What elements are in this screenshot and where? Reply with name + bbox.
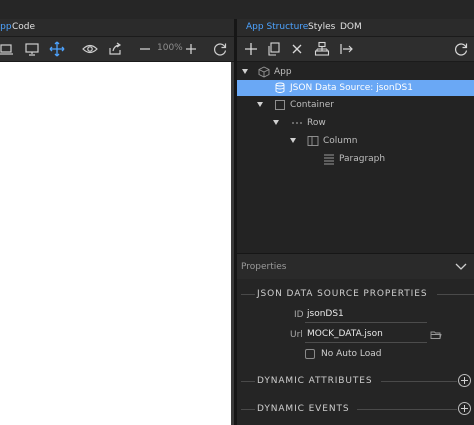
section-title-dynamic-events[interactable]: DYNAMIC EVENTS	[257, 404, 349, 414]
design-toolbar: 100%	[0, 37, 234, 62]
tree-label: App	[274, 67, 292, 77]
url-field-underline	[305, 342, 427, 343]
tree-node-paragraph[interactable]: Paragraph	[237, 151, 474, 167]
tree-label: Column	[323, 136, 358, 146]
share-icon[interactable]	[107, 41, 123, 57]
no-auto-load-checkbox[interactable]	[305, 349, 315, 359]
expand-arrow-icon[interactable]	[290, 138, 296, 143]
zoom-in-icon[interactable]	[183, 41, 199, 57]
url-field[interactable]: MOCK_DATA.json	[307, 329, 383, 339]
tabs-row: App Code App Structure Styles DOM	[0, 19, 474, 37]
tree-label: JSON Data Source: jsonDS1	[290, 83, 413, 93]
zoom-level: 100%	[157, 43, 183, 53]
cube-icon	[258, 66, 270, 78]
add-dynamic-event-button[interactable]	[458, 402, 471, 415]
container-icon	[275, 100, 285, 110]
app-structure-tree: App JSON Data Source: jsonDS1 Container …	[237, 62, 474, 253]
structure-icon[interactable]	[314, 41, 330, 57]
id-label: ID	[294, 310, 304, 320]
paragraph-icon	[324, 154, 334, 165]
expand-arrow-icon[interactable]	[242, 69, 248, 74]
refresh-icon[interactable]	[212, 41, 228, 57]
laptop-icon[interactable]	[0, 41, 14, 57]
tree-node-container[interactable]: Container	[237, 97, 474, 113]
section-title-json-data-source-properties: JSON DATA SOURCE PROPERTIES	[257, 289, 428, 299]
tab-dom[interactable]: DOM	[340, 22, 362, 32]
no-auto-load-label: No Auto Load	[321, 349, 382, 359]
section-divider	[357, 409, 457, 410]
design-canvas[interactable]	[0, 62, 231, 425]
tab-design[interactable]: App	[0, 22, 12, 32]
window-top-strip	[0, 0, 474, 19]
section-title-dynamic-attributes[interactable]: DYNAMIC ATTRIBUTES	[257, 376, 372, 386]
expand-arrow-icon[interactable]	[257, 102, 263, 107]
section-divider	[381, 381, 457, 382]
chevron-down-icon[interactable]	[455, 262, 467, 272]
tree-label: Container	[290, 100, 334, 110]
database-icon	[275, 82, 285, 93]
move-icon[interactable]	[49, 41, 65, 57]
zoom-out-icon[interactable]	[137, 41, 153, 57]
section-divider	[241, 294, 255, 295]
id-field[interactable]: jsonDS1	[307, 309, 344, 319]
row-icon	[292, 122, 302, 124]
column-icon	[307, 136, 319, 146]
tab-code[interactable]: Code	[12, 22, 35, 32]
eye-icon[interactable]	[82, 41, 98, 57]
structure-toolbar	[237, 37, 474, 62]
url-label: Url	[290, 330, 303, 340]
section-divider	[241, 381, 255, 382]
tree-label: Paragraph	[339, 154, 386, 164]
copy-icon[interactable]	[266, 41, 282, 57]
tree-label: Row	[307, 118, 326, 128]
add-dynamic-attribute-button[interactable]	[458, 374, 471, 387]
tree-node-json-data-source[interactable]: JSON Data Source: jsonDS1	[237, 80, 474, 96]
id-field-underline	[305, 322, 427, 323]
properties-title: Properties	[241, 262, 287, 272]
refresh-icon[interactable]	[453, 41, 469, 57]
section-divider	[241, 409, 255, 410]
properties-panel: JSON DATA SOURCE PROPERTIES ID jsonDS1 U…	[237, 279, 474, 425]
tree-node-app[interactable]: App	[237, 64, 474, 80]
properties-header[interactable]: Properties	[237, 253, 474, 279]
add-icon[interactable]	[243, 41, 259, 57]
tab-app-structure[interactable]: App Structure	[246, 22, 308, 32]
insert-after-icon[interactable]	[338, 41, 354, 57]
desktop-icon[interactable]	[24, 41, 40, 57]
tree-node-column[interactable]: Column	[237, 133, 474, 149]
tab-styles[interactable]: Styles	[308, 22, 335, 32]
folder-icon[interactable]	[430, 330, 442, 340]
delete-icon[interactable]	[289, 41, 305, 57]
section-divider	[437, 294, 474, 295]
tree-node-row[interactable]: Row	[237, 115, 474, 131]
expand-arrow-icon[interactable]	[273, 120, 279, 125]
